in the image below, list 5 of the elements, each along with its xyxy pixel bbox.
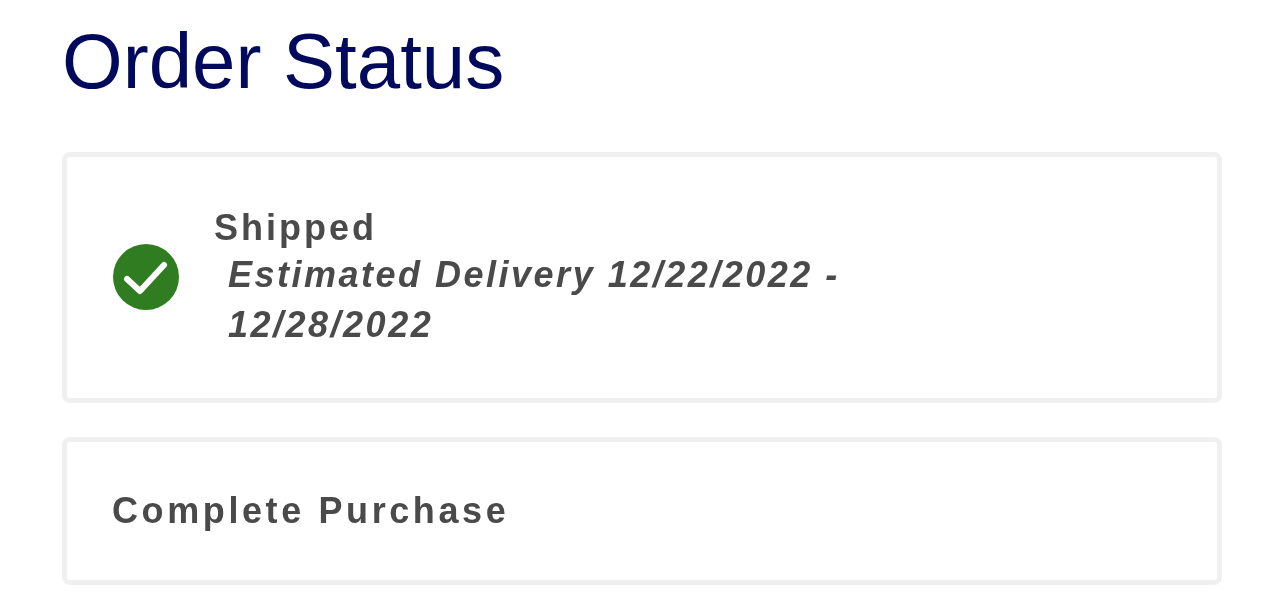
step-title: Complete Purchase [112,489,510,534]
delivery-estimate: Estimated Delivery 12/22/2022 - 12/28/2022 [228,252,841,347]
step-card[interactable]: Complete Purchase [62,436,1222,585]
page-title: Order Status [62,16,505,107]
status-title: Shipped [214,205,377,250]
